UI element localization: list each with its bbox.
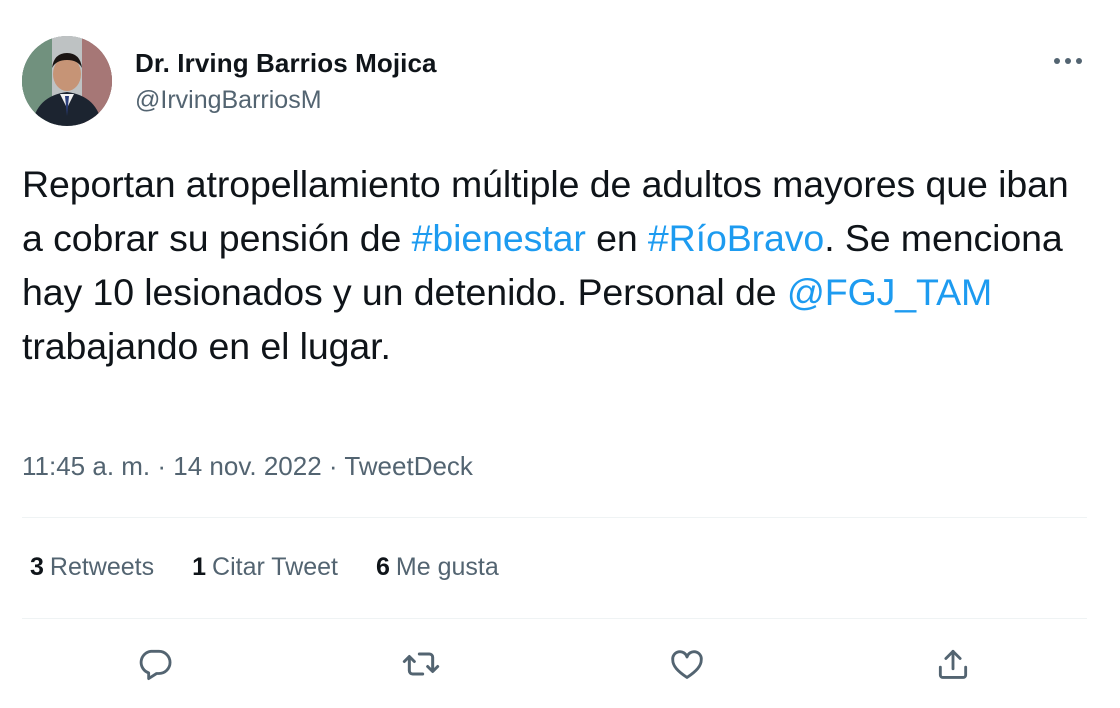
tweet-source[interactable]: TweetDeck <box>344 451 473 481</box>
tweet-meta: 11:45 a. m. · 14 nov. 2022 · TweetDeck <box>22 451 473 482</box>
tweet-timestamp[interactable]: 11:45 a. m. <box>22 451 150 481</box>
tweet-text: Reportan atropellamiento múltiple de adu… <box>22 157 1082 373</box>
retweets-stat[interactable]: 3 Retweets <box>30 553 154 582</box>
avatar[interactable] <box>22 36 112 126</box>
author-handle[interactable]: @IrvingBarriosM <box>135 86 322 115</box>
meta-separator: · <box>321 451 345 481</box>
retweet-icon[interactable] <box>399 642 443 686</box>
tweet-card: Dr. Irving Barrios Mojica @IrvingBarrios… <box>22 0 1087 708</box>
author-name[interactable]: Dr. Irving Barrios Mojica <box>135 48 437 79</box>
quote-tweets-count: 1 <box>192 553 207 581</box>
tweet-date[interactable]: 14 nov. 2022 <box>173 451 321 481</box>
avatar-image <box>22 36 112 126</box>
quote-tweets-stat[interactable]: 1 Citar Tweet <box>192 553 338 582</box>
share-icon[interactable] <box>931 642 975 686</box>
reply-icon[interactable] <box>133 642 177 686</box>
tweet-actions <box>22 642 1087 686</box>
quote-tweets-label: Citar Tweet <box>212 553 339 581</box>
tweet-text-part: trabajando en el lugar. <box>22 325 391 367</box>
likes-label: Me gusta <box>395 553 499 581</box>
retweets-count: 3 <box>30 553 44 581</box>
hashtag-riobravo-link[interactable]: #RíoBravo <box>648 217 824 259</box>
more-icon[interactable] <box>1051 50 1085 72</box>
tweet-text-part: en <box>585 217 648 259</box>
tweet-stats: 3 Retweets 1 Citar Tweet 6 Me gusta <box>30 553 499 582</box>
meta-separator: · <box>150 451 174 481</box>
likes-stat[interactable]: 6 Me gusta <box>376 553 499 582</box>
like-icon[interactable] <box>665 642 709 686</box>
divider <box>22 517 1087 518</box>
hashtag-bienestar-link[interactable]: #bienestar <box>412 217 586 259</box>
mention-fgj-tam-link[interactable]: @FGJ_TAM <box>787 271 992 313</box>
tweet-header: Dr. Irving Barrios Mojica @IrvingBarrios… <box>22 36 1087 126</box>
retweets-label: Retweets <box>49 553 155 581</box>
divider <box>22 618 1087 619</box>
likes-count: 6 <box>376 553 390 581</box>
